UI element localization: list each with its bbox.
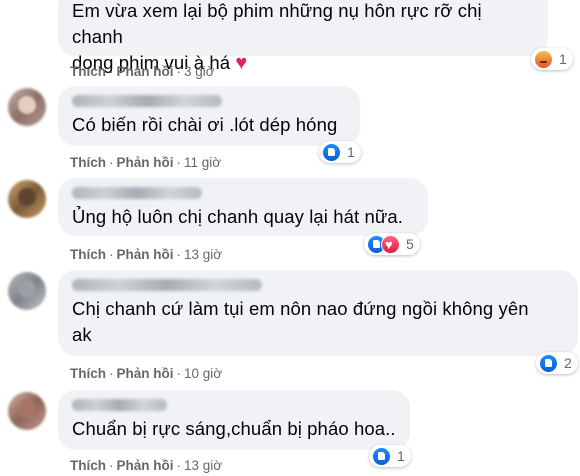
reply-link[interactable]: Phản hồi: [117, 64, 174, 79]
avatar[interactable]: [8, 392, 46, 430]
comment-bubble: Chị chanh cứ làm tụi em nôn nao đứng ngồ…: [58, 270, 578, 356]
reply-link[interactable]: Phản hồi: [117, 366, 174, 381]
author-name-blurred[interactable]: [72, 398, 396, 412]
reaction-summary[interactable]: 1: [369, 445, 411, 467]
like-link[interactable]: Thích: [70, 458, 106, 473]
comment-actions: Thích · Phản hồi · 3 giờ: [70, 64, 215, 79]
heart-emoji: ♥: [235, 52, 248, 74]
comment-time[interactable]: 10 giờ: [184, 366, 222, 381]
like-reaction-icon: [372, 446, 391, 466]
reply-link[interactable]: Phản hồi: [117, 155, 174, 170]
love-reaction-icon: [381, 234, 400, 254]
reaction-summary[interactable]: 1: [531, 48, 573, 70]
comment-time[interactable]: 13 giờ: [184, 247, 222, 262]
avatar[interactable]: [8, 88, 46, 126]
reaction-count: 2: [564, 355, 572, 371]
comment-time[interactable]: 11 giờ: [184, 155, 221, 170]
reaction-summary[interactable]: 5: [364, 233, 420, 255]
reaction-count: 1: [559, 51, 567, 67]
comment-bubble: Chuẩn bị rực sáng,chuẩn bị pháo hoa..: [58, 390, 410, 450]
reaction-count: 1: [397, 448, 405, 464]
comment-actions: Thích · Phản hồi · 13 giờ: [70, 247, 223, 262]
author-name-blurred[interactable]: [72, 186, 414, 200]
reaction-count: 1: [347, 144, 355, 160]
author-name-blurred[interactable]: [72, 94, 346, 108]
reply-link[interactable]: Phản hồi: [117, 247, 174, 262]
comment-text: Ủng hộ luôn chị chanh quay lại hát nữa.: [72, 206, 404, 227]
reaction-summary[interactable]: 1: [319, 141, 361, 163]
like-link[interactable]: Thích: [70, 366, 106, 381]
author-name-blurred[interactable]: [72, 278, 564, 292]
comment-actions: Thích · Phản hồi · 13 giờ: [70, 458, 223, 473]
comment-text: Chị chanh cứ làm tụi em nôn nao đứng ngồ…: [72, 298, 529, 345]
like-link[interactable]: Thích: [70, 64, 106, 79]
comment-bubble: Em vừa xem lại bộ phim những nụ hôn rực …: [58, 0, 548, 74]
like-link[interactable]: Thích: [70, 247, 106, 262]
reaction-count: 5: [406, 236, 414, 252]
like-link[interactable]: Thích: [70, 155, 106, 170]
comment-bubble: Có biến rồi chài ơi .lót dép hóng: [58, 86, 360, 146]
like-reaction-icon: [539, 353, 558, 373]
avatar[interactable]: [8, 272, 46, 310]
comment-text: Có biến rồi chài ơi .lót dép hóng: [72, 114, 338, 135]
comment-time[interactable]: 3 giờ: [184, 64, 215, 79]
angry-reaction-icon: [534, 49, 553, 69]
comment-text: Chuẩn bị rực sáng,chuẩn bị pháo hoa..: [72, 418, 396, 439]
comment-bubble: Ủng hộ luôn chị chanh quay lại hát nữa.: [58, 178, 428, 236]
comment-time[interactable]: 13 giờ: [184, 458, 222, 473]
reply-link[interactable]: Phản hồi: [117, 458, 174, 473]
reaction-summary[interactable]: 2: [536, 352, 578, 374]
like-reaction-icon: [322, 142, 341, 162]
avatar[interactable]: [8, 180, 46, 218]
comment-actions: Thích · Phản hồi · 10 giờ: [70, 366, 223, 381]
comment-actions: Thích · Phản hồi · 11 giờ: [70, 155, 222, 170]
